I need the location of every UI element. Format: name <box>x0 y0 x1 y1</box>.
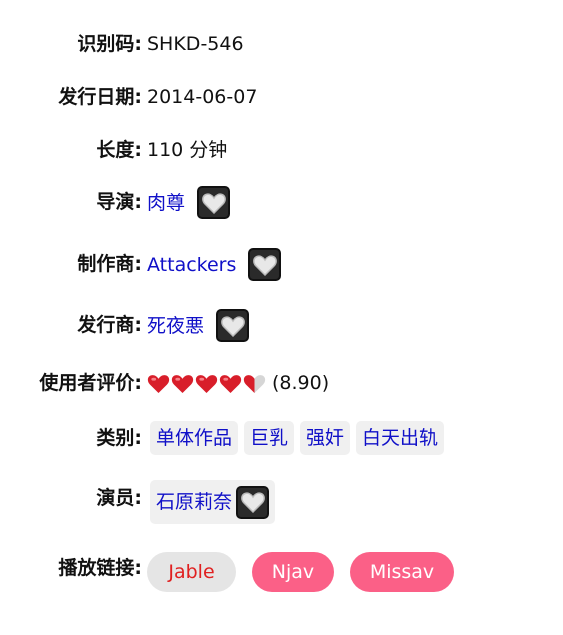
actor-chip: 石原莉奈 <box>150 480 276 524</box>
heart-half-icon <box>243 374 266 393</box>
field-maker-row: 制作商: Attackers <box>0 248 563 292</box>
field-play-row: 播放链接: Jable Njav Missav <box>0 552 563 596</box>
play-njav-button[interactable]: Njav <box>252 552 334 592</box>
heart-outline-icon <box>201 192 226 214</box>
heart-icon <box>147 374 170 393</box>
director-label: 导演: <box>96 191 142 213</box>
heart-icon <box>171 374 194 393</box>
favorite-director-button[interactable] <box>197 186 231 219</box>
heart-outline-icon <box>240 492 265 513</box>
publisher-label: 发行商: <box>77 314 142 336</box>
heart-icon <box>219 374 242 393</box>
heart-outline-icon <box>253 254 277 276</box>
play-label: 播放链接: <box>58 557 142 579</box>
maker-link[interactable]: Attackers <box>147 253 236 277</box>
publisher-link[interactable]: 死夜悪 <box>147 314 204 338</box>
field-genres-row: 类别: 单体作品 巨乳 强奸 白天出轨 <box>0 421 563 466</box>
rating-stars <box>147 373 266 394</box>
favorite-actor-button[interactable] <box>236 485 270 519</box>
play-missav-button[interactable]: Missav <box>350 552 454 592</box>
favorite-maker-button[interactable] <box>248 248 282 281</box>
id-label: 识别码: <box>77 33 142 55</box>
date-value: 2014-06-07 <box>147 86 258 108</box>
play-jable-button[interactable]: Jable <box>147 552 236 592</box>
heart-outline-icon <box>220 315 245 337</box>
genre-tag[interactable]: 强奸 <box>300 421 351 455</box>
id-value: SHKD-546 <box>147 33 244 55</box>
genres-label: 类别: <box>96 427 142 449</box>
field-publisher-row: 发行商: 死夜悪 <box>0 309 563 353</box>
rating-label: 使用者评价: <box>39 372 142 394</box>
field-length-row: 长度: 110 分钟 <box>0 138 563 178</box>
maker-label: 制作商: <box>77 253 142 275</box>
director-link[interactable]: 肉尊 <box>147 191 185 215</box>
actor-link[interactable]: 石原莉奈 <box>156 490 232 514</box>
field-rating-row: 使用者评价: (8.90) <box>0 371 563 411</box>
genre-tag[interactable]: 单体作品 <box>150 421 239 455</box>
field-date-row: 发行日期: 2014-06-07 <box>0 85 563 125</box>
field-actors-row: 演员: 石原莉奈 <box>0 480 563 526</box>
genre-tag[interactable]: 白天出轨 <box>356 421 445 455</box>
field-director-row: 导演: 肉尊 <box>0 186 563 230</box>
length-label: 长度: <box>96 139 142 161</box>
actors-label: 演员: <box>96 487 142 509</box>
heart-icon <box>195 374 218 393</box>
length-value: 110 分钟 <box>147 139 228 161</box>
date-label: 发行日期: <box>58 86 142 108</box>
field-id-row: 识别码: SHKD-546 <box>0 32 563 72</box>
favorite-publisher-button[interactable] <box>216 309 250 342</box>
rating-score: (8.90) <box>272 372 330 394</box>
genre-tag[interactable]: 巨乳 <box>244 421 295 455</box>
